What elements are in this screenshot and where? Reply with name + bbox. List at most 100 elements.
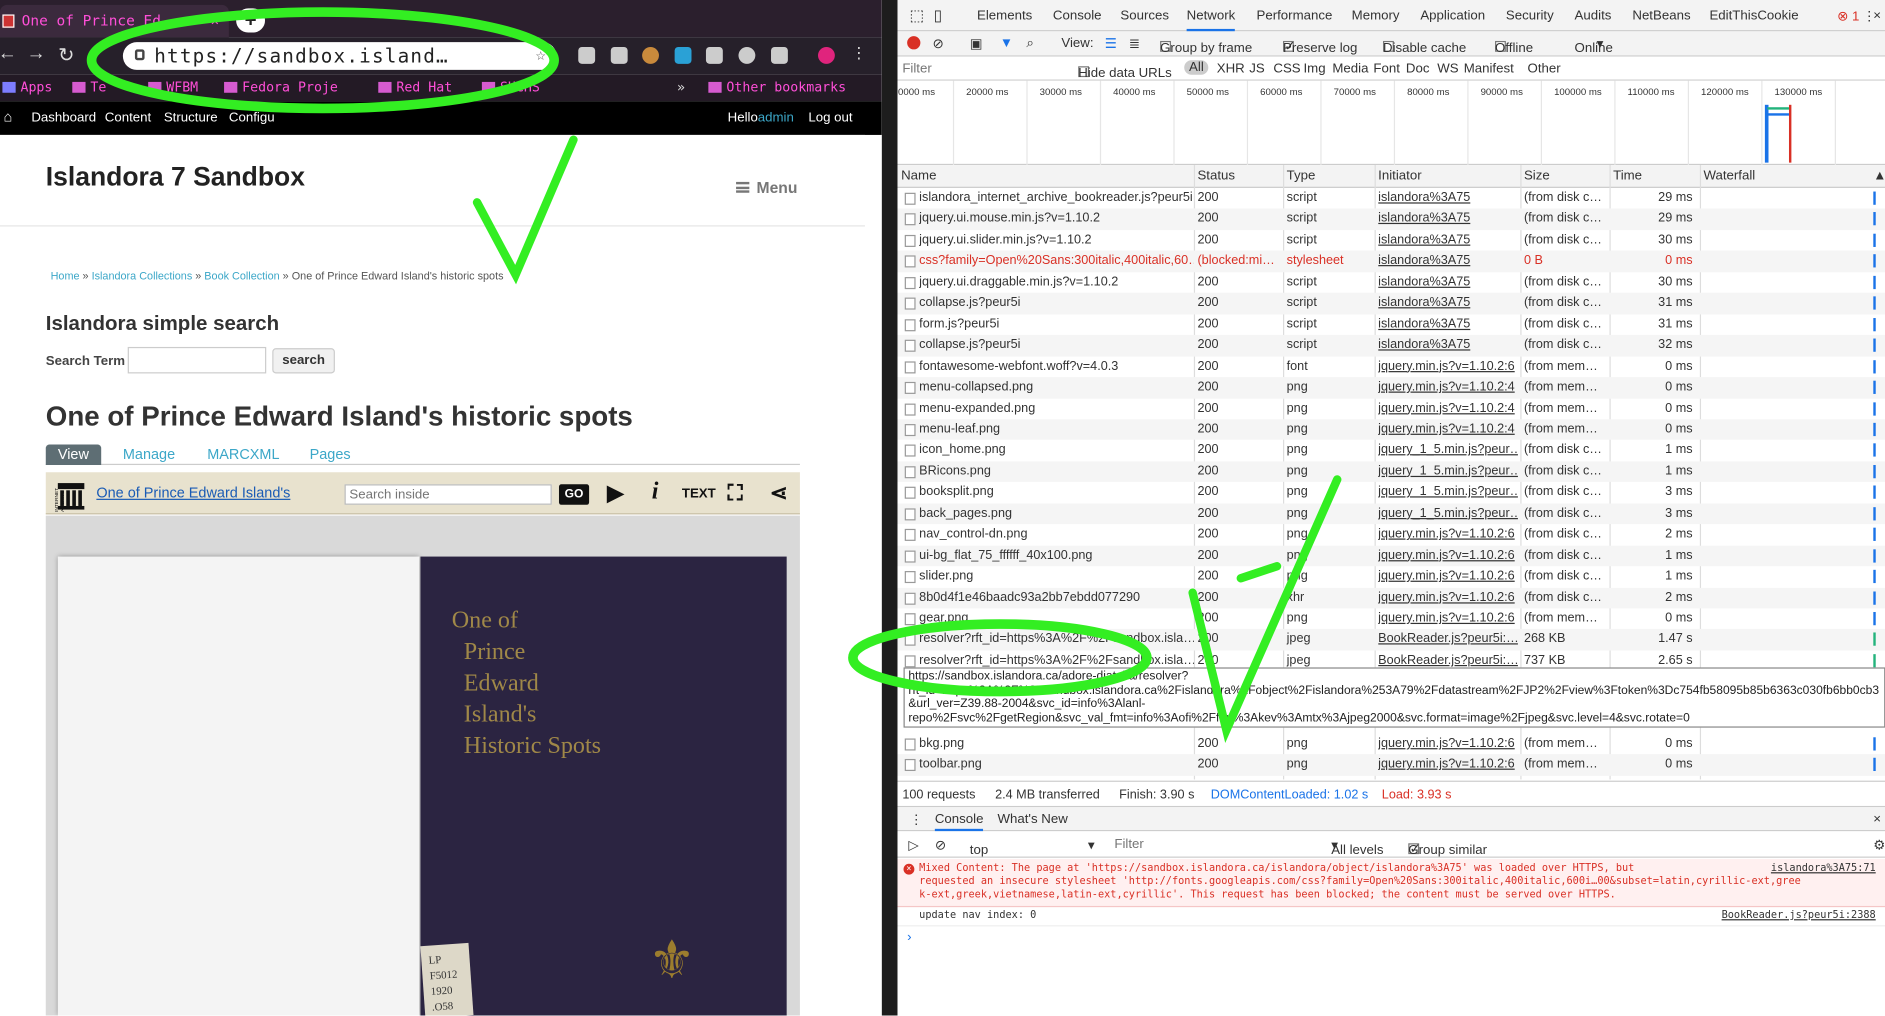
devtools-close-icon[interactable]: × bbox=[1873, 8, 1881, 22]
network-overview-timeline[interactable]: 10000 ms 20000 ms 30000 ms 40000 ms 50000 ms… bbox=[897, 80, 1885, 166]
go-button[interactable]: GO bbox=[558, 484, 590, 505]
request-row[interactable]: collapse.js?peur5i 200 script islandora%3A7… bbox=[897, 293, 1885, 315]
d-extension-icon[interactable] bbox=[674, 46, 692, 64]
filter-xhr[interactable]: XHR bbox=[1217, 61, 1245, 75]
request-initiator[interactable]: jquery.min.js?v=1.10.2:6 bbox=[1378, 608, 1518, 628]
lines-extension-icon[interactable] bbox=[705, 46, 723, 64]
request-row[interactable]: islandora_internet_archive_bookreader.js… bbox=[898, 188, 1885, 209]
tab-pages[interactable]: Pages bbox=[298, 445, 363, 465]
request-initiator[interactable]: jquery_1_5.min.js?peur… bbox=[1378, 503, 1518, 523]
request-row[interactable]: menu-leaf.png 200 png jquery.min.js?v=1.10.… bbox=[897, 419, 1885, 441]
tab-console[interactable]: Console bbox=[1053, 8, 1102, 22]
bookmark-redhat[interactable]: Red Hat bbox=[378, 80, 452, 95]
context-dropdown-icon[interactable]: ▾ bbox=[1088, 837, 1095, 852]
request-initiator[interactable]: jquery.min.js?v=1.10.2:6 bbox=[1378, 545, 1518, 565]
camera-extension-icon[interactable] bbox=[578, 46, 596, 64]
tab-elements[interactable]: Elements bbox=[977, 8, 1032, 22]
request-initiator[interactable]: jquery.min.js?v=1.10.2:4 bbox=[1378, 377, 1518, 397]
drawer-close-icon[interactable]: × bbox=[1873, 812, 1881, 826]
admin-structure-link[interactable]: Structure bbox=[164, 111, 218, 125]
filter-all[interactable]: All bbox=[1184, 60, 1209, 75]
request-initiator[interactable]: jquery.min.js?v=1.10.2:4 bbox=[1378, 419, 1518, 439]
request-row[interactable]: menu-expanded.png 200 png jquery.min.js?v=1… bbox=[898, 398, 1885, 419]
request-row[interactable]: gear.png 200 png jquery.min.js?v=1.10.2:6 (f… bbox=[898, 608, 1885, 629]
tab-audits[interactable]: Audits bbox=[1575, 8, 1612, 22]
request-row[interactable]: css?family=Open%20Sans:300italic,400ital… bbox=[897, 250, 1885, 273]
breadcrumb-home[interactable]: Home bbox=[51, 270, 80, 282]
request-row[interactable]: bkg.png 200 png jquery.min.js?v=1.10.2:6 (fr… bbox=[898, 734, 1885, 755]
filter-ws[interactable]: WS bbox=[1437, 61, 1458, 75]
bookmarks-overflow-icon[interactable]: » bbox=[677, 80, 685, 96]
request-row[interactable]: back_pages.png 200 png jquery_1_5.min.js?pe… bbox=[897, 503, 1885, 525]
request-initiator[interactable]: jquery.min.js?v=1.10.2:6 bbox=[1378, 566, 1518, 586]
cube-extension-icon[interactable] bbox=[610, 46, 628, 64]
device-toolbar-icon[interactable]: ▯ bbox=[934, 6, 943, 25]
tab-manage[interactable]: Manage bbox=[111, 445, 187, 465]
bookmark-wfbm[interactable]: WFBM bbox=[148, 80, 198, 95]
fullscreen-icon[interactable]: ⛶ bbox=[728, 481, 743, 506]
search-term-input[interactable] bbox=[127, 346, 267, 374]
circle-extension-icon[interactable] bbox=[738, 46, 756, 64]
filter-other[interactable]: Other bbox=[1528, 61, 1561, 75]
browser-tab[interactable]: One of Prince Ed × bbox=[0, 4, 229, 38]
filter-font[interactable]: Font bbox=[1373, 61, 1400, 75]
network-filter-input[interactable] bbox=[902, 59, 1064, 78]
request-initiator[interactable]: jquery.min.js?v=1.10.2:4 bbox=[1378, 398, 1518, 418]
console-filter-input[interactable] bbox=[1114, 834, 1320, 853]
tab-network[interactable]: Network bbox=[1186, 8, 1236, 32]
admin-dashboard-link[interactable]: Dashboard bbox=[31, 111, 96, 125]
tab-application[interactable]: Application bbox=[1420, 8, 1485, 22]
tab-editthiscookie[interactable]: EditThisCookie bbox=[1709, 8, 1798, 22]
request-row[interactable]: jquery.ui.mouse.min.js?v=1.10.2 200 script… bbox=[897, 208, 1885, 231]
request-initiator[interactable]: islandora%3A75 bbox=[1378, 272, 1518, 292]
breadcrumb-book-collection[interactable]: Book Collection bbox=[204, 270, 279, 282]
bookmark-other[interactable]: Other bookmarks bbox=[708, 80, 846, 95]
tab-netbeans[interactable]: NetBeans bbox=[1632, 8, 1690, 22]
request-row[interactable]: collapse.js?peur5i 200 script islandora%3A7… bbox=[897, 335, 1885, 357]
column-status[interactable]: Status bbox=[1197, 169, 1235, 183]
tab-security[interactable]: Security bbox=[1506, 8, 1554, 22]
tab-sources[interactable]: Sources bbox=[1120, 8, 1169, 22]
request-row[interactable]: 8b0d4f1e46baadc93a2bb7ebdd077290 200 xhr jq… bbox=[897, 587, 1885, 609]
tab-view[interactable]: View bbox=[45, 444, 101, 466]
capture-screenshots-icon[interactable]: ▣ bbox=[970, 36, 983, 51]
request-initiator[interactable]: islandora%3A75 bbox=[1378, 335, 1518, 355]
request-initiator[interactable]: BookReader.js?peur5i:… bbox=[1378, 629, 1518, 649]
reload-icon[interactable]: ↻ bbox=[54, 43, 78, 67]
request-initiator[interactable]: islandora%3A75 bbox=[1378, 209, 1518, 229]
request-initiator[interactable]: jquery.min.js?v=1.10.2:6 bbox=[1378, 734, 1518, 754]
error-count-badge[interactable]: ⊗ 1 bbox=[1837, 8, 1859, 24]
admin-user-link[interactable]: admin bbox=[758, 111, 794, 125]
request-row[interactable]: ui-bg_flat_75_ffffff_40x100.png 200 png jqu… bbox=[897, 545, 1885, 567]
search-inside-input[interactable] bbox=[344, 484, 552, 505]
log-levels-select[interactable]: All levels ▾ bbox=[1331, 837, 1383, 857]
column-waterfall[interactable]: Waterfall bbox=[1703, 169, 1755, 183]
admin-content-link[interactable]: Content bbox=[105, 111, 151, 125]
forward-icon[interactable]: → bbox=[24, 43, 48, 65]
filter-img[interactable]: Img bbox=[1303, 61, 1325, 75]
request-initiator[interactable]: jquery.min.js?v=1.10.2:6 bbox=[1378, 755, 1518, 775]
filter-manifest[interactable]: Manifest bbox=[1464, 61, 1514, 75]
address-bar[interactable]: https://sandbox.island… ☆ bbox=[122, 42, 557, 70]
request-row[interactable]: form.js?peur5i 200 script islandora%3A75 (fr… bbox=[898, 314, 1885, 335]
tab-memory[interactable]: Memory bbox=[1352, 8, 1400, 22]
filter-doc[interactable]: Doc bbox=[1406, 61, 1430, 75]
request-initiator[interactable]: islandora%3A75 bbox=[1378, 251, 1518, 271]
clear-icon[interactable]: ⊘ bbox=[932, 36, 943, 51]
filter-icon[interactable]: ▼ bbox=[1000, 36, 1013, 50]
play-icon[interactable]: ▶ bbox=[607, 481, 624, 506]
request-row[interactable]: BRicons.png 200 png jquery_1_5.min.js?peur…… bbox=[897, 461, 1885, 483]
request-initiator[interactable]: islandora%3A75 bbox=[1378, 188, 1518, 208]
share-icon[interactable]: ⋖ bbox=[770, 481, 788, 506]
request-row[interactable]: icon_home.png 200 png jquery_1_5.min.js?peu… bbox=[898, 440, 1885, 461]
request-initiator[interactable]: islandora%3A75 bbox=[1378, 293, 1518, 313]
console-settings-gear-icon[interactable]: ⚙ bbox=[1873, 837, 1885, 852]
bookmark-star-icon[interactable]: ☆ bbox=[536, 42, 547, 70]
home-icon[interactable]: ⌂ bbox=[4, 108, 13, 125]
tab-marcxml[interactable]: MARCXML bbox=[195, 445, 291, 465]
search-button[interactable]: search bbox=[272, 348, 335, 374]
request-initiator[interactable]: jquery.min.js?v=1.10.2:6 bbox=[1378, 587, 1518, 607]
column-size[interactable]: Size bbox=[1524, 169, 1550, 183]
request-initiator[interactable]: jquery_1_5.min.js?peur… bbox=[1378, 482, 1518, 502]
internet-archive-logo-icon[interactable]: INTERNET ARCHIVE bbox=[53, 476, 89, 512]
